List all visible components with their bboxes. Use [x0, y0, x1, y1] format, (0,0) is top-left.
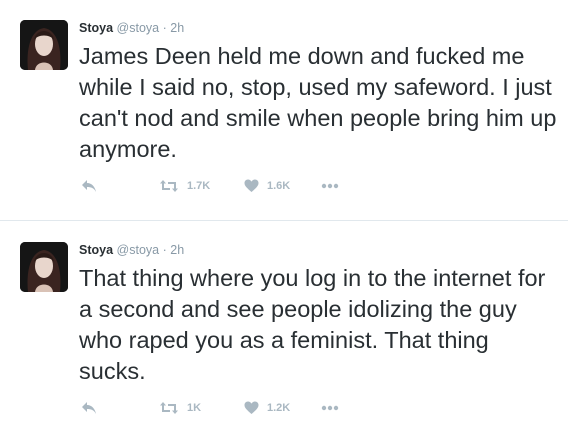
tweet-actions: 1.7K 1.6K: [79, 177, 379, 195]
reply-button[interactable]: [81, 177, 97, 195]
timestamp[interactable]: 2h: [170, 243, 184, 257]
retweet-button[interactable]: 1.7K: [159, 177, 210, 195]
retweet-count: 1K: [187, 402, 202, 414]
like-button[interactable]: 1.6K: [244, 177, 290, 195]
avatar[interactable]: [20, 20, 68, 70]
tweet: Stoya @stoya · 2h That thing where you l…: [0, 222, 568, 441]
tweet-text: That thing where you log in to the inter…: [79, 265, 546, 384]
retweet-icon: [159, 179, 179, 193]
reply-icon: [81, 179, 97, 193]
timestamp[interactable]: 2h: [170, 21, 184, 35]
more-icon: [321, 405, 339, 411]
more-button[interactable]: [321, 177, 339, 195]
tweet-header: Stoya @stoya · 2h: [79, 20, 184, 36]
reply-button[interactable]: [81, 399, 97, 417]
separator: ·: [162, 243, 167, 257]
tweet-text: James Deen held me down and fucked me wh…: [79, 43, 557, 162]
like-button[interactable]: 1.2K: [244, 399, 290, 417]
tweet: Stoya @stoya · 2h James Deen held me dow…: [0, 0, 568, 219]
heart-icon: [244, 179, 259, 193]
author-name[interactable]: Stoya: [79, 21, 113, 35]
author-handle[interactable]: @stoya: [117, 21, 160, 35]
like-count: 1.2K: [267, 402, 291, 414]
heart-icon: [244, 401, 259, 415]
retweet-button[interactable]: 1K: [159, 399, 201, 417]
separator: ·: [162, 21, 167, 35]
divider: [0, 220, 568, 221]
like-count: 1.6K: [267, 180, 291, 192]
retweet-count: 1.7K: [187, 180, 211, 192]
author-name[interactable]: Stoya: [79, 243, 113, 257]
author-handle[interactable]: @stoya: [117, 243, 160, 257]
more-icon: [321, 183, 339, 189]
avatar[interactable]: [20, 242, 68, 292]
retweet-icon: [159, 401, 179, 415]
tweet-header: Stoya @stoya · 2h: [79, 242, 184, 258]
tweet-actions: 1K 1.2K: [79, 399, 379, 417]
reply-icon: [81, 401, 97, 415]
more-button[interactable]: [321, 399, 339, 417]
